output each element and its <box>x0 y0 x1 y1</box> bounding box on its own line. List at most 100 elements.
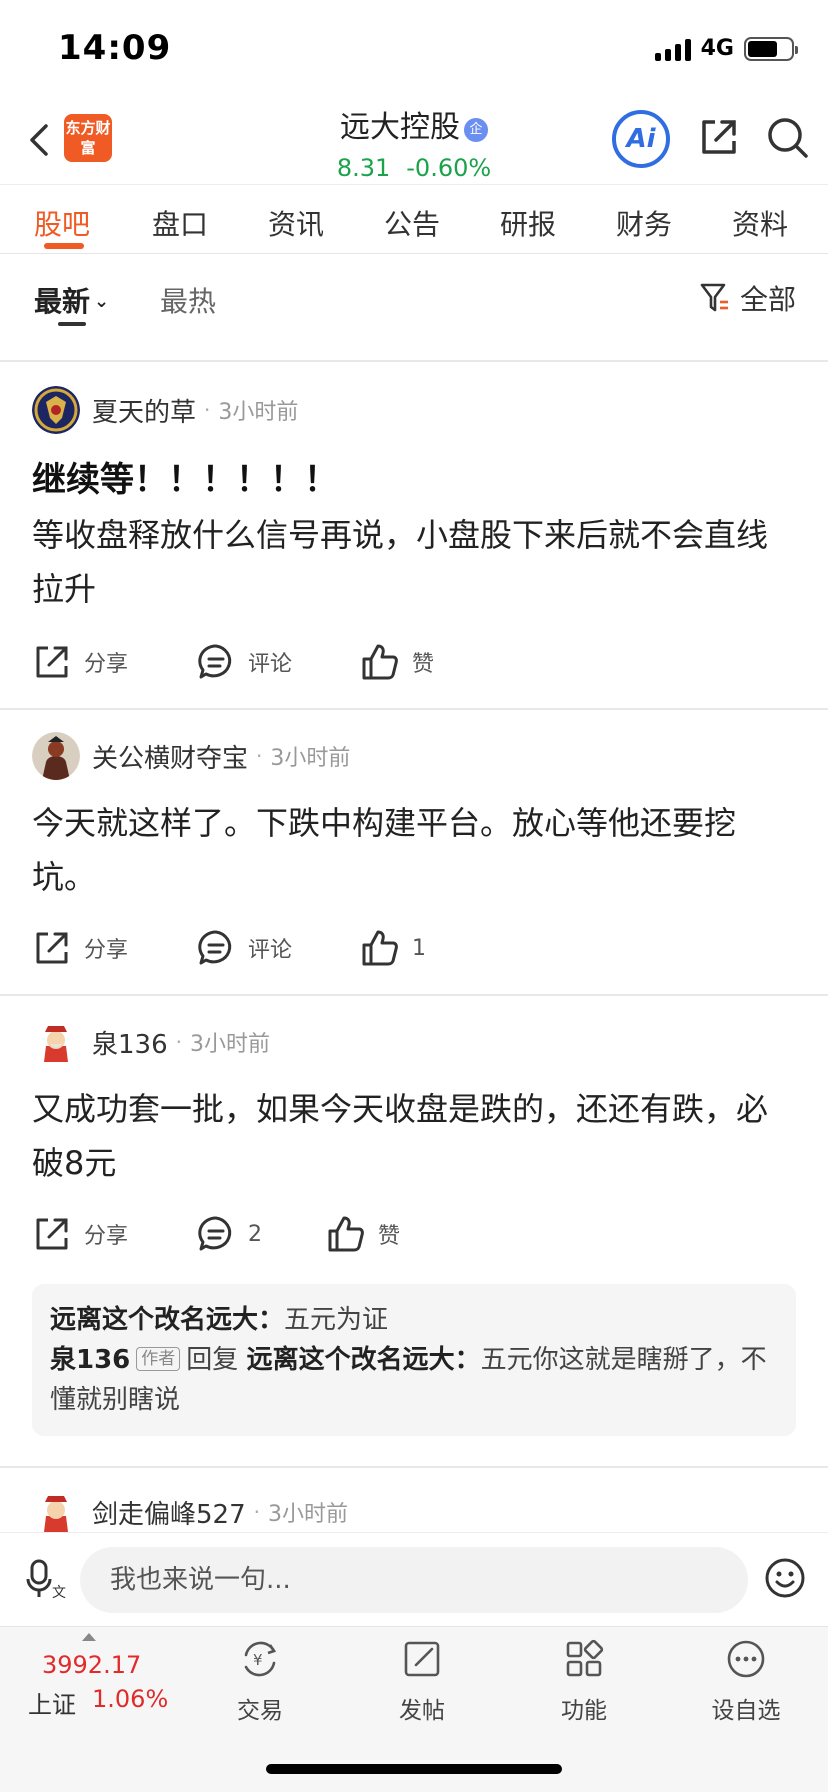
share-icon[interactable] <box>698 116 740 158</box>
active-tab-indicator <box>44 243 84 249</box>
nav-functions[interactable]: 功能 <box>524 1637 644 1725</box>
post-item[interactable]: 夏天的草 · 3小时前 继续等！！！！！！ 等收盘释放什么信号再说，小盘股下来后… <box>0 364 828 710</box>
voice-input-icon[interactable]: 文 <box>26 1557 66 1601</box>
thumbs-up-icon <box>362 644 398 680</box>
more-icon <box>727 1640 765 1678</box>
post-time: 3小时前 <box>270 746 351 771</box>
post-time: 3小时前 <box>190 1032 270 1057</box>
index-value: 3992.17 <box>42 1651 142 1679</box>
battery-icon <box>744 36 798 61</box>
signal-icon <box>654 37 691 61</box>
stock-name: 远大控股 <box>340 110 460 145</box>
post-item[interactable]: 关公横财夺宝 · 3小时前 今天就这样了。下跌中构建平台。放心等他还要挖坑。 分… <box>0 710 828 996</box>
search-icon[interactable] <box>764 114 810 160</box>
post-author[interactable]: 关公横财夺宝 · 3小时前 <box>32 732 350 780</box>
sort-hot-button[interactable]: 最热 <box>160 280 216 320</box>
sort-bar: 最新 ⌄ 最热 全部 <box>0 254 828 362</box>
sort-indicator <box>58 322 86 326</box>
tab-pankou[interactable]: 盘口 <box>152 203 208 243</box>
like-button[interactable]: 1 <box>360 928 426 968</box>
sort-latest-button[interactable]: 最新 ⌄ <box>34 280 109 320</box>
replies-preview[interactable]: 远离这个改名远大：五元为证 泉136 作者 回复 远离这个改名远大：五元你这就是瞎掰… <box>32 1284 796 1436</box>
status-time: 14:09 <box>58 28 172 68</box>
caret-up-icon <box>82 1633 96 1641</box>
post-time: 3小时前 <box>218 400 299 425</box>
nav-trade[interactable]: ¥ 交易 <box>200 1637 320 1725</box>
network-type: 4G <box>700 36 734 61</box>
reply-text: 五元为证 <box>284 1305 389 1335</box>
tab-news[interactable]: 资讯 <box>268 203 324 243</box>
share-icon <box>36 1218 68 1250</box>
post-author[interactable]: 剑走偏峰527 · 3小时前 <box>32 1488 348 1532</box>
tab-guba[interactable]: 股吧 <box>34 203 90 243</box>
like-button[interactable]: 赞 <box>326 1214 400 1254</box>
post-item[interactable]: 泉136 · 3小时前 又成功套一批，如果今天收盘是跌的，还还有跌，必破8元 分… <box>0 996 828 1468</box>
tab-announcements[interactable]: 公告 <box>384 203 440 243</box>
share-button[interactable]: 分享 <box>32 642 196 682</box>
grid-icon <box>566 1639 604 1677</box>
post-body[interactable]: 今天就这样了。下跌中构建平台。放心等他还要挖坑。 <box>32 796 796 904</box>
home-indicator <box>266 1764 562 1774</box>
reply-user[interactable]: 泉136 <box>50 1345 130 1375</box>
comment-button[interactable]: 评论 <box>196 928 360 968</box>
comment-icon <box>198 930 232 965</box>
post-time: 3小时前 <box>268 1502 348 1527</box>
comment-button[interactable]: 2 <box>196 1214 326 1254</box>
svg-text:¥: ¥ <box>253 1651 263 1669</box>
nav-add-watchlist[interactable]: 设自选 <box>686 1637 806 1725</box>
avatar[interactable] <box>32 1488 80 1532</box>
post-item[interactable]: 剑走偏峰527 · 3小时前 <box>0 1468 828 1532</box>
share-icon <box>36 646 68 678</box>
trade-icon: ¥ <box>244 1641 277 1677</box>
reply-verb: 回复 <box>186 1345 239 1375</box>
reply-item: 泉136 作者 回复 远离这个改名远大：五元你这就是瞎掰了，不懂就别瞎说 <box>50 1340 778 1420</box>
author-name[interactable]: 夏天的草 <box>92 392 196 429</box>
edit-icon <box>404 1641 440 1677</box>
post-body[interactable]: 又成功套一批，如果今天收盘是跌的，还还有跌，必破8元 <box>32 1082 796 1190</box>
stock-change: -0.60% <box>406 154 492 182</box>
index-name: 上证 <box>28 1691 76 1719</box>
post-body[interactable]: 等收盘释放什么信号再说，小盘股下来后就不会直线拉升 <box>32 508 796 616</box>
reply-user[interactable]: 远离这个改名远大： <box>50 1305 284 1335</box>
author-name[interactable]: 泉136 <box>92 1024 168 1061</box>
comment-button[interactable]: 评论 <box>196 642 360 682</box>
verified-badge-icon: 企 <box>464 118 488 142</box>
stock-price: 8.31 <box>336 154 391 182</box>
status-bar: 14:09 4G <box>0 0 828 96</box>
index-change: 1.06% <box>92 1685 169 1713</box>
avatar[interactable] <box>32 386 80 434</box>
post-author[interactable]: 泉136 · 3小时前 <box>32 1018 270 1066</box>
author-name[interactable]: 剑走偏峰527 <box>92 1494 246 1531</box>
svg-text:文: 文 <box>52 1585 66 1601</box>
emoji-icon[interactable] <box>764 1557 806 1599</box>
like-button[interactable]: 赞 <box>360 642 434 682</box>
stock-tabs: 股吧 盘口 资讯 公告 研报 财务 资料 <box>0 184 828 254</box>
author-name[interactable]: 关公横财夺宝 <box>92 738 248 775</box>
filter-icon <box>700 283 728 312</box>
share-button[interactable]: 分享 <box>32 928 196 968</box>
post-actions: 分享 2 赞 <box>32 1214 400 1254</box>
nav-post[interactable]: 发帖 <box>362 1637 482 1725</box>
tab-finance[interactable]: 财务 <box>616 203 672 243</box>
chevron-down-icon: ⌄ <box>94 291 110 312</box>
thumbs-up-icon <box>362 930 398 966</box>
stock-header: 东方财富 远大控股企 8.31 -0.60% Ai <box>0 96 828 184</box>
share-icon <box>36 932 68 964</box>
ai-assistant-button[interactable]: Ai <box>612 110 670 168</box>
filter-button[interactable]: 全部 <box>700 278 796 318</box>
reply-item: 远离这个改名远大：五元为证 <box>50 1300 778 1340</box>
share-button[interactable]: 分享 <box>32 1214 196 1254</box>
avatar[interactable] <box>32 1018 80 1066</box>
post-title[interactable]: 继续等！！！！！！ <box>32 452 338 501</box>
tab-profile[interactable]: 资料 <box>732 203 788 243</box>
comment-icon <box>198 644 232 679</box>
avatar[interactable] <box>32 732 80 780</box>
comment-input-bar: 文 我也来说一句... <box>0 1532 828 1626</box>
comment-input[interactable]: 我也来说一句... <box>80 1547 748 1613</box>
thumbs-up-icon <box>328 1216 364 1252</box>
stock-quote: 8.31 -0.60% <box>0 154 828 182</box>
tab-research[interactable]: 研报 <box>500 203 556 243</box>
status-icons: 4G <box>654 36 798 61</box>
post-author[interactable]: 夏天的草 · 3小时前 <box>32 386 298 434</box>
reply-target-user[interactable]: 远离这个改名远大： <box>247 1345 481 1375</box>
